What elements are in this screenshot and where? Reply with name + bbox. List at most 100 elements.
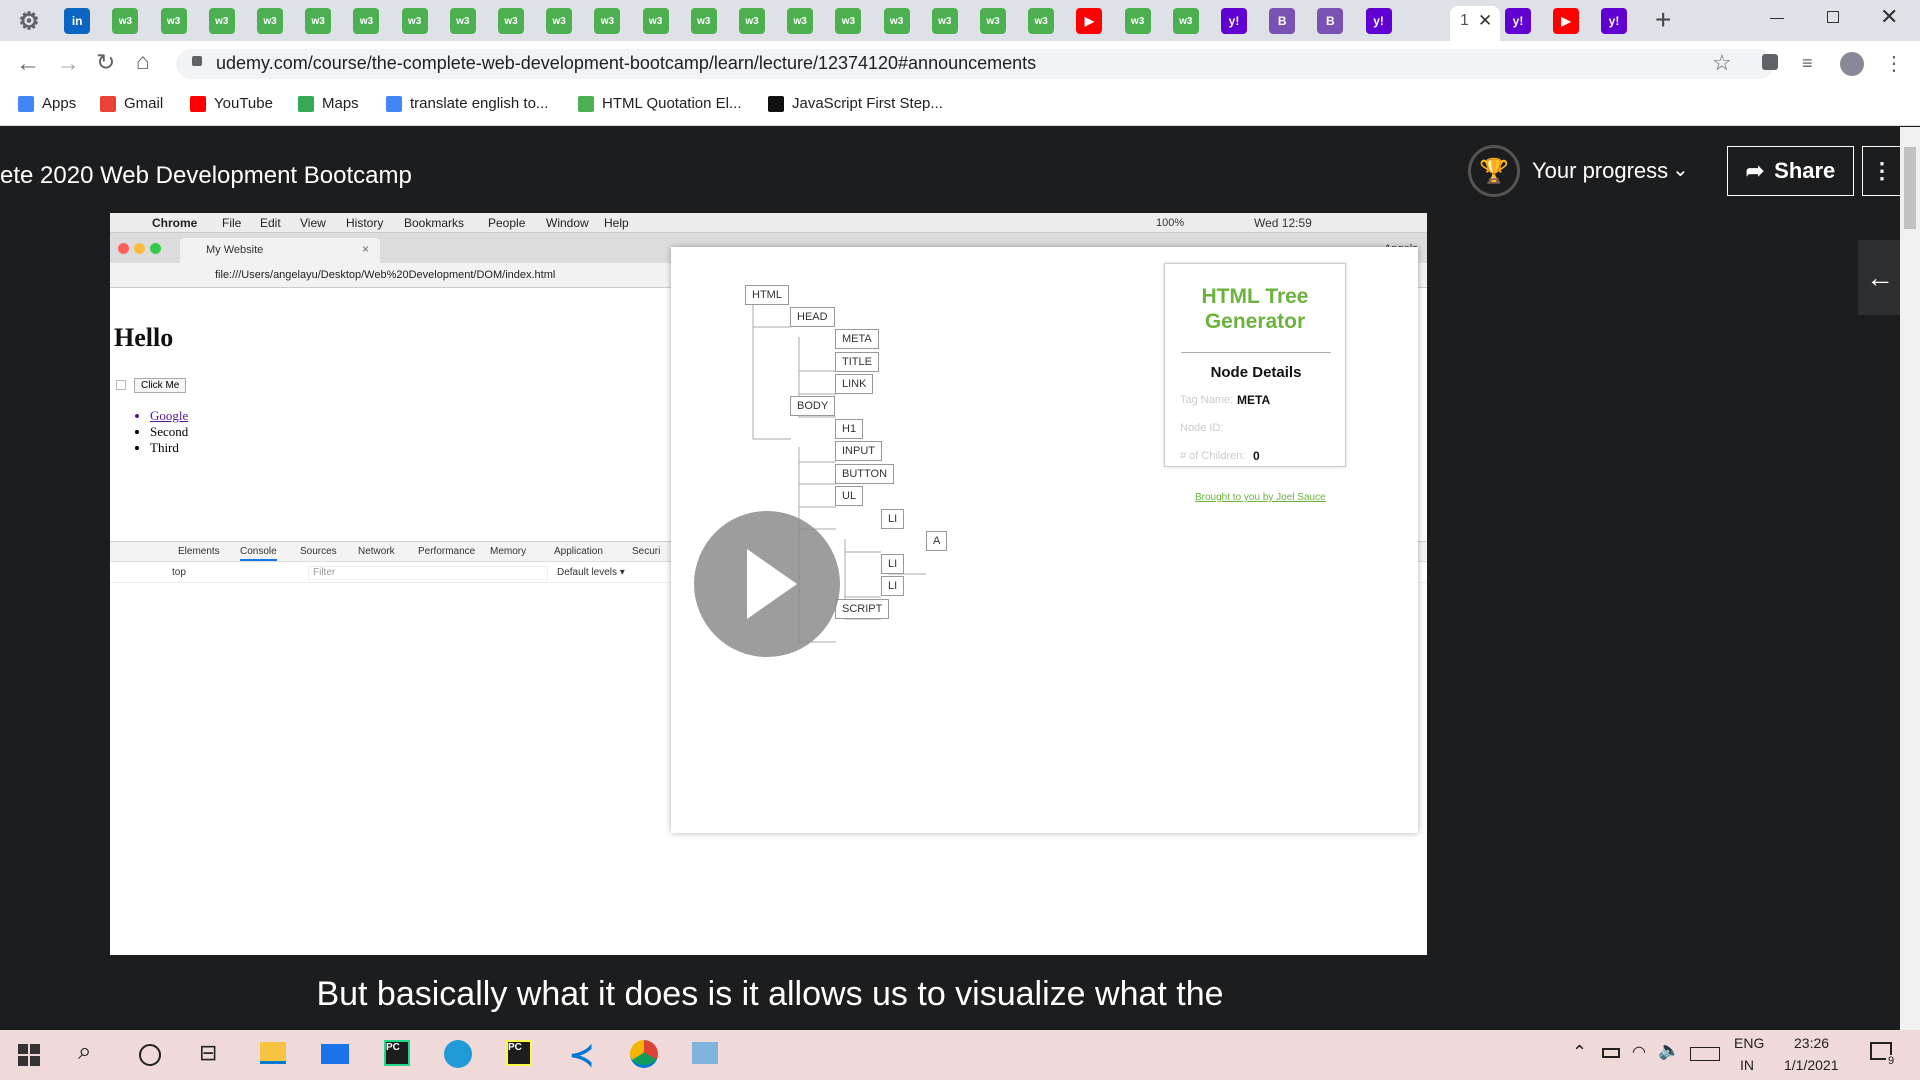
pycharm-icon[interactable]: PC [384,1040,410,1066]
bookmark-item[interactable]: HTML Quotation El... [578,95,742,112]
edge-icon[interactable] [444,1040,472,1068]
bookmark-item[interactable]: YouTube [190,95,273,112]
media-icon[interactable]: ≡ [1802,53,1813,74]
tab-w3-icon[interactable]: w3 [449,8,476,34]
bookmark-item[interactable]: Maps [298,95,359,112]
tab-w3-icon[interactable]: w3 [401,8,428,34]
tab-w3-icon[interactable]: w3 [739,8,765,34]
tab-youtube-icon[interactable]: ▶ [1076,8,1103,34]
volume-icon[interactable]: 🔈 [1658,1040,1680,1061]
scrollbar-thumb[interactable] [1904,147,1916,229]
extensions-icon[interactable] [1762,54,1778,70]
tab-yahoo-icon[interactable]: y! [1505,8,1531,34]
your-progress-button[interactable]: Your progress [1532,158,1668,184]
tree-node: SCRIPT [835,599,890,619]
task-view-icon[interactable]: ⊟ [199,1040,217,1066]
region-indicator[interactable]: IN [1740,1057,1754,1073]
cortana-icon[interactable] [139,1044,161,1066]
pycharm-2-icon[interactable]: PC [506,1040,532,1066]
forward-icon[interactable]: → [56,50,80,78]
tab-youtube-icon[interactable]: ▶ [1553,8,1579,34]
tab-active[interactable]: 1 ✕ [1450,6,1500,41]
home-icon[interactable]: ⌂ [136,48,150,75]
tray-chevron-icon[interactable]: ⌃ [1572,1042,1587,1063]
video-player[interactable]: Chrome File Edit View History Bookmarks People… [110,213,1427,955]
mail-icon[interactable] [321,1044,349,1064]
tab-w3-icon[interactable]: w3 [1124,8,1151,34]
chrome-taskbar-icon[interactable] [630,1040,658,1068]
tree-node: BUTTON [835,464,895,484]
tab-w3-icon[interactable]: w3 [257,8,283,34]
tab-w3-icon[interactable]: w3 [305,8,332,34]
tab-w3-icon[interactable]: w3 [980,8,1006,34]
console-levels: Default levels ▾ [557,567,625,578]
tab-w3-icon[interactable]: w3 [690,8,717,34]
menu-icon[interactable]: ⋮ [1884,51,1904,76]
tab-close-icon[interactable]: ✕ [1478,11,1492,31]
tab-w3-icon[interactable]: w3 [642,8,669,34]
clock-time[interactable]: 23:26 [1794,1035,1829,1051]
play-button[interactable] [694,511,840,657]
keyboard-icon[interactable] [1690,1047,1720,1061]
course-title: ete 2020 Web Development Bootcamp [0,162,412,189]
tab-linkedin-icon[interactable]: in [64,8,91,34]
bookmark-item[interactable]: Apps [18,95,76,112]
clock-date[interactable]: 1/1/2021 [1784,1057,1839,1073]
bookmark-star-icon[interactable]: ☆ [1712,50,1732,76]
vscode-icon[interactable]: ≺ [569,1038,594,1073]
search-icon[interactable]: ⌕ [78,1038,91,1066]
tree-node: BODY [790,396,836,416]
more-options-button[interactable]: ⋮ [1862,146,1902,196]
tree-node: A [926,531,948,551]
share-label: Share [1774,158,1836,183]
node-details-panel: HTML Tree Generator Node Details Tag Nam… [1164,263,1346,467]
tab-w3-icon[interactable]: w3 [931,8,958,34]
video-caption: But basically what it does is it allows … [316,975,1224,1013]
tab-w3-icon[interactable]: w3 [594,8,621,34]
tab-yahoo-icon[interactable]: y! [1221,8,1247,34]
tab-yahoo-icon[interactable]: y! [1365,8,1392,34]
notepad-icon[interactable] [692,1042,718,1064]
network-icon[interactable]: ◠ [1632,1042,1646,1062]
new-tab-button[interactable]: + [1655,4,1671,36]
tab-yahoo-icon[interactable]: y! [1601,8,1627,34]
avatar[interactable] [1840,52,1864,76]
bookmark-item[interactable]: JavaScript First Step... [768,95,943,112]
bookmark-item[interactable]: translate english to... [386,95,548,112]
devtools-tab: Application [554,546,603,557]
tab-w3-icon[interactable]: w3 [546,8,573,34]
tab-w3-icon[interactable]: w3 [1028,8,1055,34]
share-button[interactable]: ➦ Share [1727,146,1854,196]
reload-icon[interactable]: ↻ [96,49,115,76]
back-icon[interactable]: ← [16,50,40,78]
tab-w3-icon[interactable]: w3 [883,8,910,34]
tab-w3-icon[interactable]: w3 [208,8,235,34]
battery-icon[interactable] [1602,1048,1620,1058]
tab-active-glyph: 1 [1460,12,1469,29]
restore-button[interactable] [1827,11,1839,23]
tab-w3-icon[interactable]: w3 [787,8,814,34]
chevron-down-icon[interactable]: ⌄ [1672,157,1689,182]
mac-menu-item: Window [546,216,589,230]
page-scrollbar[interactable] [1900,127,1920,1030]
window-close-button[interactable]: ✕ [1880,4,1898,30]
tab-w3-icon[interactable]: w3 [160,8,187,34]
tab-gear-icon[interactable]: ⚙ [16,8,42,35]
url-text[interactable]: udemy.com/course/the-complete-web-develo… [216,53,1036,74]
tab-bootstrap-icon[interactable]: B [1317,8,1344,34]
bookmark-item[interactable]: Gmail [100,95,163,112]
children-value: 0 [1253,449,1260,463]
tab-w3-icon[interactable]: w3 [353,8,380,34]
minimize-button[interactable] [1770,18,1784,19]
language-indicator[interactable]: ENG [1734,1035,1764,1051]
file-explorer-icon[interactable] [260,1042,286,1064]
tab-w3-icon[interactable]: w3 [112,8,139,34]
tab-w3-icon[interactable]: w3 [1172,8,1199,34]
tab-bootstrap-icon[interactable]: B [1269,8,1296,34]
tab-w3-icon[interactable]: w3 [835,8,862,34]
sidebar-toggle-button[interactable]: ← [1858,240,1902,315]
start-icon[interactable] [18,1044,40,1066]
node-id-label: Node ID: [1180,422,1224,434]
tab-w3-icon[interactable]: w3 [498,8,524,34]
console-filter: Filter [308,566,548,580]
